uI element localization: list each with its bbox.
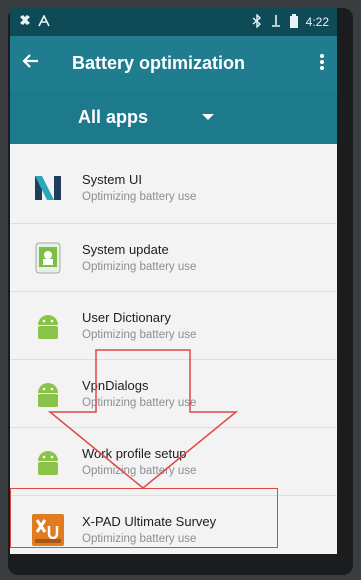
app-name: VpnDialogs <box>82 378 149 393</box>
system-update-icon <box>32 242 64 274</box>
more-vert-icon[interactable] <box>319 53 325 74</box>
app-status: Optimizing battery use <box>82 329 197 341</box>
list-item-user-dictionary[interactable]: User Dictionary Optimizing battery use <box>10 292 337 359</box>
app-name: X-PAD Ultimate Survey <box>82 514 217 529</box>
usb-icon <box>270 14 282 31</box>
list-item-system-ui[interactable]: System UI Optimizing battery use <box>10 154 337 221</box>
app-bar: Battery optimization <box>10 36 337 90</box>
notification-icon <box>18 14 32 30</box>
status-bar: 4:22 <box>10 8 337 36</box>
xpad-icon <box>32 513 64 546</box>
arrow-back-icon[interactable] <box>22 50 54 76</box>
page-title: Battery optimization <box>72 52 246 73</box>
app-list: System UI Optimizing battery use System … <box>10 144 337 554</box>
app-filter-dropdown[interactable]: All apps <box>10 90 337 144</box>
app-status: Optimizing battery use <box>82 191 197 203</box>
status-time: 4:22 <box>305 15 329 29</box>
text-icon <box>38 13 50 30</box>
app-name: Work profile setup <box>82 446 187 461</box>
android-icon <box>32 378 64 410</box>
list-item-vpndialogs[interactable]: VpnDialogs Optimizing battery use <box>10 360 337 427</box>
android-icon <box>32 446 64 478</box>
chevron-down-icon <box>202 114 215 120</box>
app-status: Optimizing battery use <box>82 397 197 409</box>
list-item-work-profile-setup[interactable]: Work profile setup Optimizing battery us… <box>10 428 337 495</box>
battery-icon <box>289 13 298 31</box>
app-status: Optimizing battery use <box>82 533 197 545</box>
bluetooth-icon <box>252 12 262 31</box>
android-icon <box>32 310 64 342</box>
app-name: System UI <box>82 172 142 187</box>
app-status: Optimizing battery use <box>82 465 197 477</box>
list-item-xpad-ultimate-survey[interactable]: X-PAD Ultimate Survey Optimizing battery… <box>10 496 337 563</box>
list-item-system-update[interactable]: System update Optimizing battery use <box>10 224 337 291</box>
app-status: Optimizing battery use <box>82 261 197 273</box>
filter-selected-label: All apps <box>78 106 149 127</box>
system-ui-icon <box>32 172 64 204</box>
app-name: User Dictionary <box>82 310 171 325</box>
app-name: System update <box>82 242 169 257</box>
